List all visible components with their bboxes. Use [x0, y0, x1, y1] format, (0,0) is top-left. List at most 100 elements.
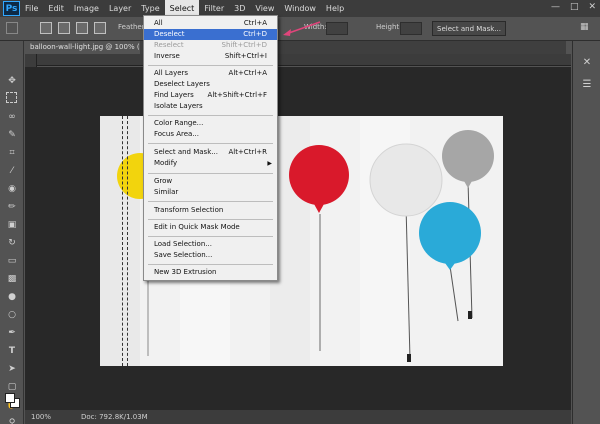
menu-item-grow[interactable]: Grow [144, 176, 277, 187]
pen-tool-icon[interactable]: ✒ [5, 326, 19, 340]
selection-marquee [122, 116, 128, 366]
menu-image[interactable]: Image [69, 0, 104, 17]
menu-item-label: Inverse [154, 52, 180, 60]
move-tool-icon[interactable]: ✥ [5, 74, 19, 88]
menu-file[interactable]: File [20, 0, 43, 17]
balloon-cord [449, 265, 459, 322]
eraser-icon[interactable]: ▭ [5, 254, 19, 268]
menu-item-label: Deselect [154, 30, 185, 38]
menu-item-color-range[interactable]: Color Range... [144, 118, 277, 129]
quick-select-icon[interactable]: ✎ [5, 128, 19, 142]
properties-icon[interactable]: ☰ [580, 77, 594, 91]
menu-item-similar[interactable]: Similar [144, 187, 277, 198]
menu-window[interactable]: Window [279, 0, 321, 17]
submenu-arrow-icon: ▶ [267, 160, 272, 167]
menu-item-find-layers[interactable]: Find Layers Alt+Shift+Ctrl+F [144, 90, 277, 101]
width-field[interactable] [326, 22, 348, 35]
balloon-gray [442, 130, 494, 182]
eyedropper-icon[interactable]: ⁄ [5, 164, 19, 178]
menu-separator [148, 264, 273, 265]
menu-separator [148, 115, 273, 116]
menu-item-modify[interactable]: Modify ▶ [144, 158, 277, 169]
menu-item-load-selection[interactable]: Load Selection... [144, 239, 277, 250]
menu-edit[interactable]: Edit [43, 0, 69, 17]
menu-item-all-layers[interactable]: All Layers Alt+Ctrl+A [144, 68, 277, 79]
menu-item-label: Reselect [154, 41, 184, 49]
menu-item-focus-area[interactable]: Focus Area... [144, 129, 277, 140]
menu-item-isolate-layers[interactable]: Isolate Layers [144, 101, 277, 112]
type-tool-icon[interactable]: T [5, 344, 19, 358]
add-selection-icon[interactable] [58, 22, 70, 34]
zoom-tool-icon[interactable]: ⚲ [5, 416, 19, 424]
menu-item-label: Edit in Quick Mask Mode [154, 223, 240, 231]
menu-item-label: Modify [154, 159, 178, 167]
foreground-color-swatch[interactable] [5, 393, 15, 403]
balloon-knot [464, 181, 472, 188]
menu-item-deselect[interactable]: Deselect Ctrl+D [144, 29, 277, 40]
status-bar: 100% Doc: 792.8K/1.03M [25, 410, 571, 424]
collapse-panels-icon[interactable]: ✕ [580, 55, 594, 69]
menu-item-label: Load Selection... [154, 240, 212, 248]
height-field[interactable] [400, 22, 422, 35]
document-tabs: balloon-wall-light.jpg @ 100% (Lay [26, 41, 566, 54]
workspace-icon[interactable]: ▦ [580, 22, 592, 34]
menu-item-select-and-mask[interactable]: Select and Mask... Alt+Ctrl+R [144, 147, 277, 158]
menu-bar: Ps File Edit Image Layer Type Select Fil… [0, 0, 600, 17]
menu-item-new-3d-extrusion[interactable]: New 3D Extrusion [144, 267, 277, 278]
new-selection-icon[interactable] [40, 22, 52, 34]
menu-separator [148, 219, 273, 220]
intersect-selection-icon[interactable] [94, 22, 106, 34]
blur-tool-icon[interactable]: ● [5, 290, 19, 304]
menu-item-label: New 3D Extrusion [154, 268, 217, 276]
zoom-level[interactable]: 100% [31, 413, 51, 421]
menu-item-label: Find Layers [154, 91, 194, 99]
menu-item-label: Color Range... [154, 119, 204, 127]
annotation-arrow-icon [283, 21, 321, 36]
menu-item-transform-selection[interactable]: Transform Selection [144, 205, 277, 216]
menu-item-deselect-layers[interactable]: Deselect Layers [144, 79, 277, 90]
window-controls: — □ ✕ [551, 2, 596, 12]
balloon-blue [419, 202, 481, 264]
clone-stamp-icon[interactable]: ▣ [5, 218, 19, 232]
select-and-mask-button[interactable]: Select and Mask... [432, 21, 506, 36]
menu-item-label: Isolate Layers [154, 102, 203, 110]
history-brush-icon[interactable]: ↻ [5, 236, 19, 250]
subtract-selection-icon[interactable] [76, 22, 88, 34]
menu-item-label: Transform Selection [154, 206, 224, 214]
menu-item-shortcut: Shift+Ctrl+I [224, 52, 267, 60]
menu-separator [148, 173, 273, 174]
menu-help[interactable]: Help [321, 0, 349, 17]
lasso-tool-icon[interactable]: ∞ [5, 110, 19, 124]
menu-item-label: Grow [154, 177, 173, 185]
menu-item-inverse[interactable]: Inverse Shift+Ctrl+I [144, 51, 277, 62]
dodge-tool-icon[interactable]: ○ [5, 308, 19, 322]
rectangle-tool-icon[interactable]: ▢ [5, 380, 19, 394]
menu-item-save-selection[interactable]: Save Selection... [144, 250, 277, 261]
menu-item-label: All [154, 19, 163, 27]
menu-item-shortcut: Alt+Ctrl+R [228, 148, 267, 156]
crop-tool-icon[interactable]: ⌗ [5, 146, 19, 160]
maximize-icon[interactable]: □ [570, 2, 579, 12]
menu-item-reselect[interactable]: Reselect Shift+Ctrl+D [144, 40, 277, 51]
close-icon[interactable]: ✕ [588, 2, 596, 12]
menu-item-quick-mask[interactable]: Edit in Quick Mask Mode [144, 222, 277, 233]
menu-item-shortcut: Shift+Ctrl+D [221, 41, 268, 49]
healing-brush-icon[interactable]: ◉ [5, 182, 19, 196]
menu-item-shortcut: Ctrl+A [243, 19, 267, 27]
menu-separator [148, 65, 273, 66]
menu-item-label: Save Selection... [154, 251, 213, 259]
horizontal-ruler[interactable] [37, 54, 571, 66]
menu-item-label: Select and Mask... [154, 148, 218, 156]
brush-tool-icon[interactable]: ✏ [5, 200, 19, 214]
path-select-icon[interactable]: ➤ [5, 362, 19, 376]
menu-item-all[interactable]: All Ctrl+A [144, 18, 277, 29]
marquee-tool-icon[interactable] [6, 22, 18, 34]
marquee-tool-icon[interactable] [6, 92, 17, 103]
document-tab[interactable]: balloon-wall-light.jpg @ 100% (Lay [26, 41, 140, 54]
menu-item-label: Similar [154, 188, 179, 196]
paint-bucket-icon[interactable]: ▩ [5, 272, 19, 286]
menu-layer[interactable]: Layer [104, 0, 136, 17]
doc-size[interactable]: Doc: 792.8K/1.03M [81, 413, 148, 421]
balloon-white [369, 143, 443, 217]
minimize-icon[interactable]: — [551, 2, 560, 12]
